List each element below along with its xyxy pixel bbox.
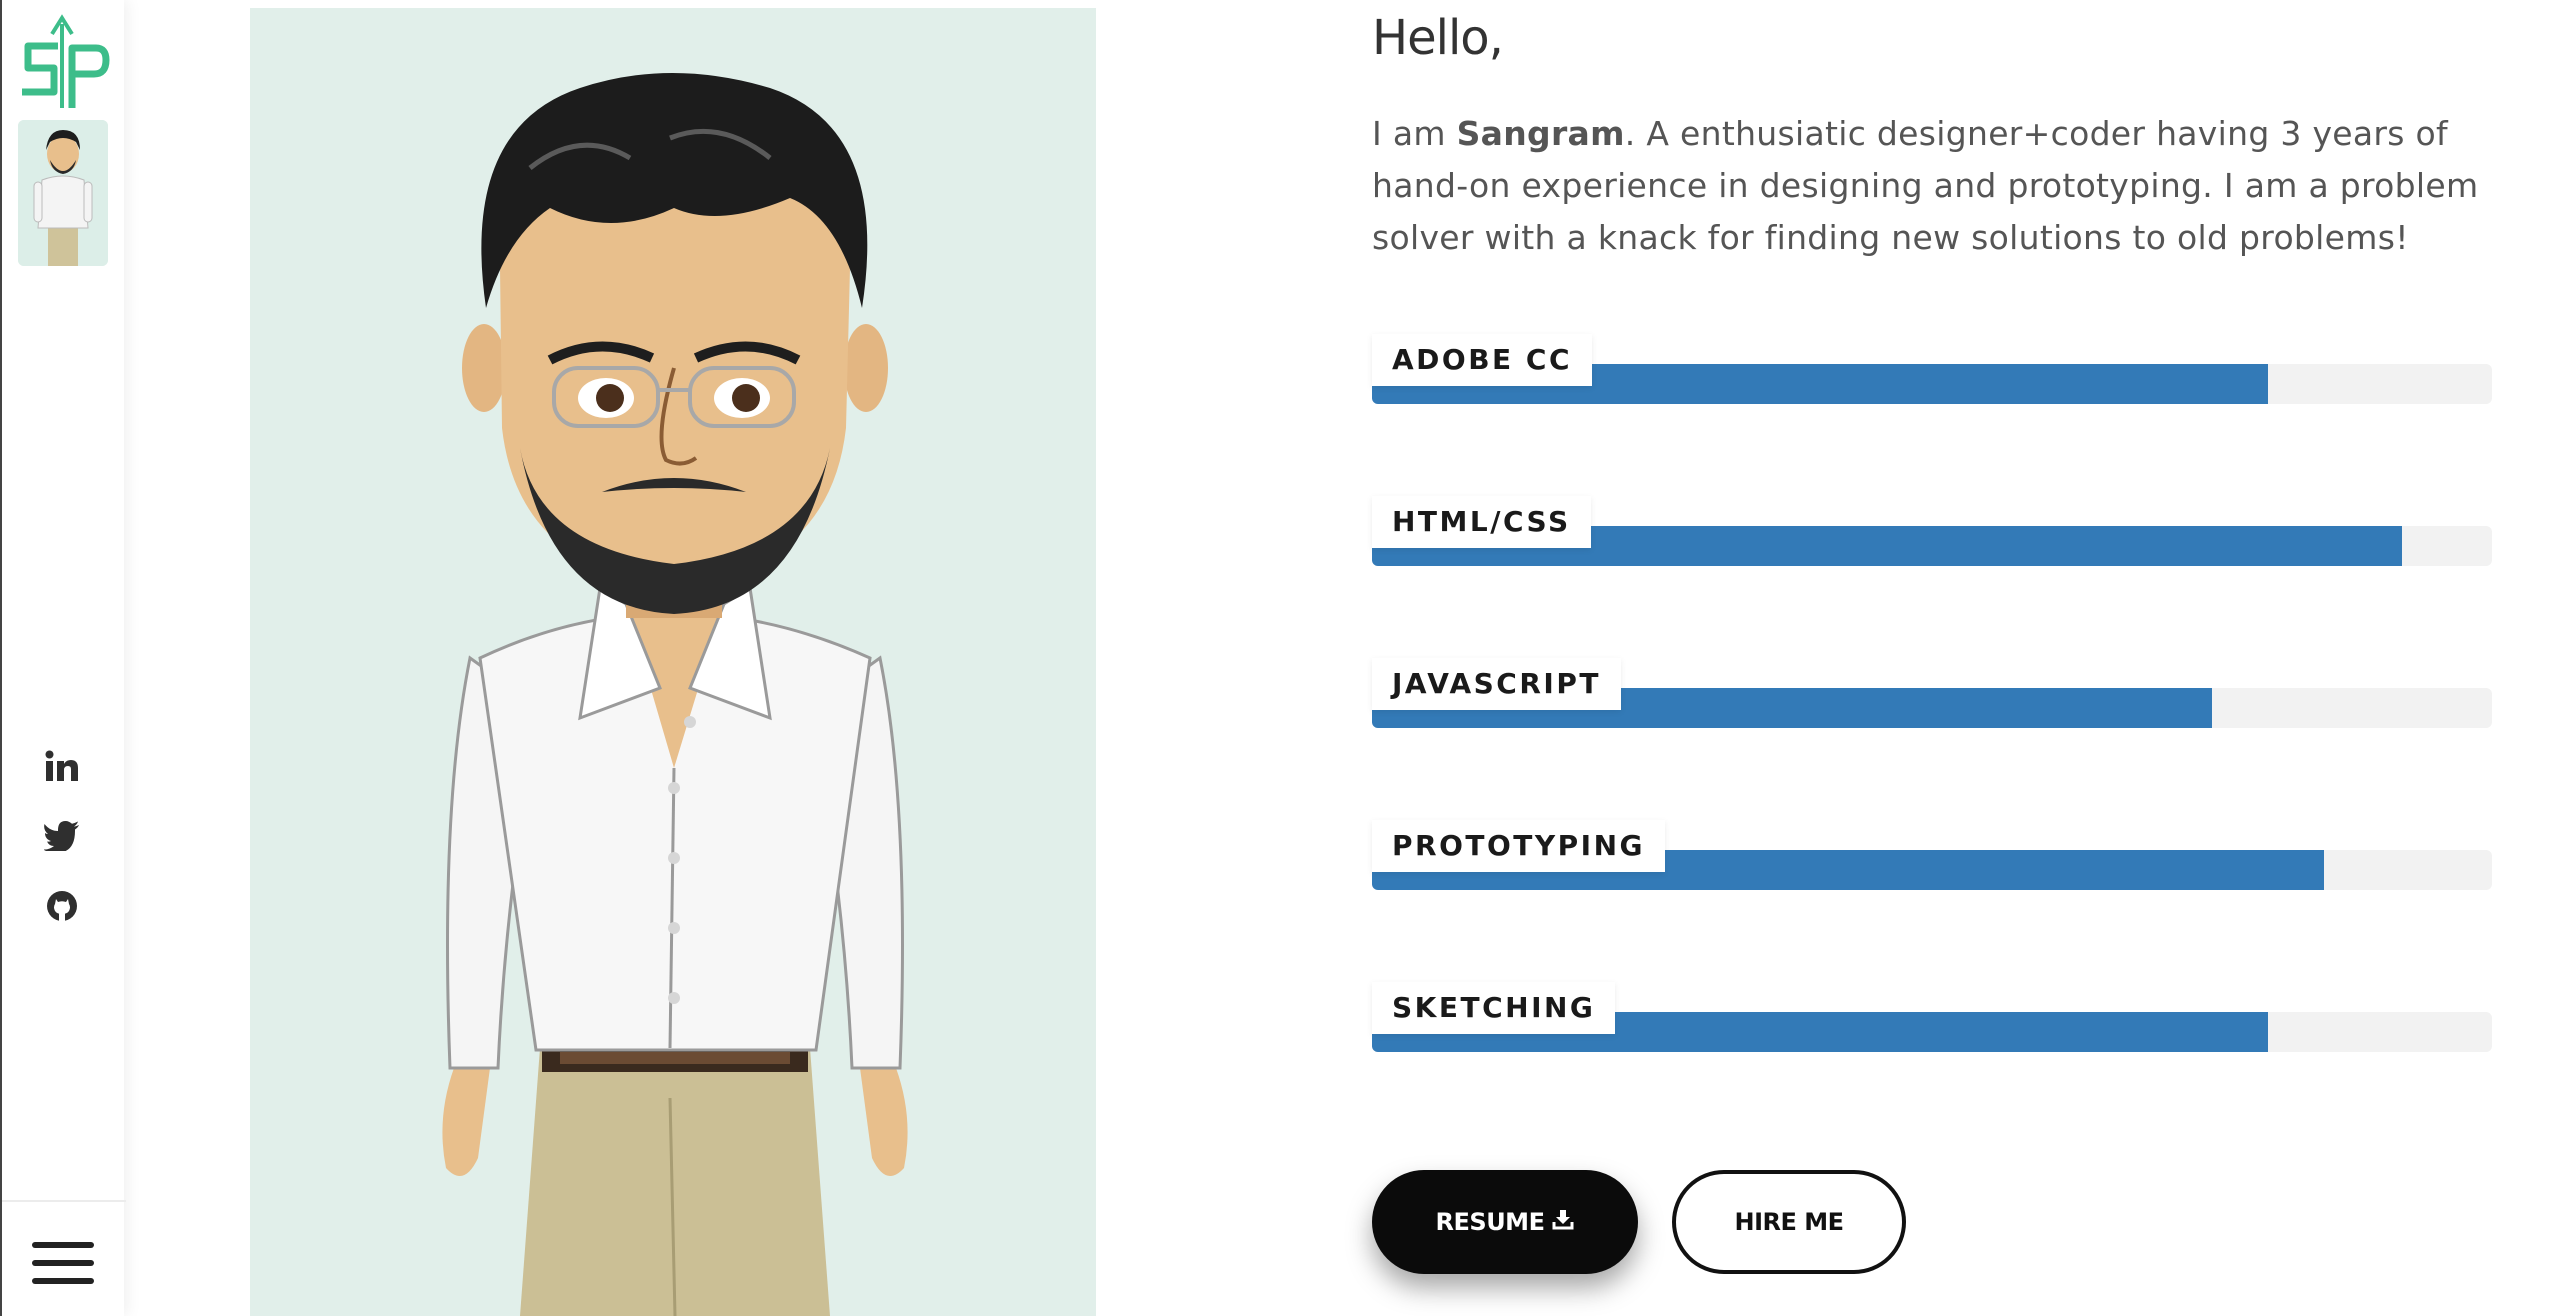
intro-paragraph: I am Sangram. A enthusiatic designer+cod…	[1372, 108, 2492, 264]
site-logo[interactable]	[14, 12, 110, 116]
menu-icon-bar	[32, 1260, 94, 1266]
resume-button[interactable]: RESUME	[1372, 1170, 1638, 1274]
intro-prefix: I am	[1372, 114, 1457, 153]
avatar-image	[18, 120, 108, 266]
greeting-heading: Hello,	[1372, 10, 1504, 66]
intro-name: Sangram	[1456, 114, 1625, 153]
github-icon	[47, 891, 77, 922]
skill-label: ADOBE CC	[1372, 334, 1593, 386]
skill-bar-html-css: HTML/CSS	[1372, 496, 2492, 566]
skill-bar-prototyping: PROTOTYPING	[1372, 820, 2492, 890]
skill-bar-adobe-cc: ADOBE CC	[1372, 334, 2492, 404]
hire-me-button[interactable]: HIRE ME	[1672, 1170, 1906, 1274]
github-link[interactable]	[38, 882, 86, 930]
sidebar-divider	[2, 1200, 126, 1202]
sidebar	[0, 0, 126, 1316]
skill-label: JAVASCRIPT	[1372, 658, 1621, 710]
hamburger-menu-button[interactable]	[30, 1236, 98, 1292]
twitter-link[interactable]	[38, 812, 86, 860]
skill-label: PROTOTYPING	[1372, 820, 1666, 872]
linkedin-icon	[45, 750, 78, 781]
portrait-frame	[200, 6, 1168, 1316]
portrait-illustration	[442, 73, 908, 1316]
download-icon	[1552, 1208, 1574, 1236]
twitter-icon	[44, 821, 79, 851]
linkedin-link[interactable]	[38, 742, 86, 790]
skill-label: HTML/CSS	[1372, 496, 1591, 548]
logo-icon	[22, 14, 110, 108]
resume-button-label: RESUME	[1435, 1208, 1545, 1236]
skill-label: SKETCHING	[1372, 982, 1616, 1034]
sidebar-avatar[interactable]	[18, 120, 108, 266]
skill-bar-javascript: JAVASCRIPT	[1372, 658, 2492, 728]
skill-bar-sketching: SKETCHING	[1372, 982, 2492, 1052]
menu-icon-bar	[32, 1242, 94, 1248]
menu-icon-bar	[32, 1278, 94, 1284]
